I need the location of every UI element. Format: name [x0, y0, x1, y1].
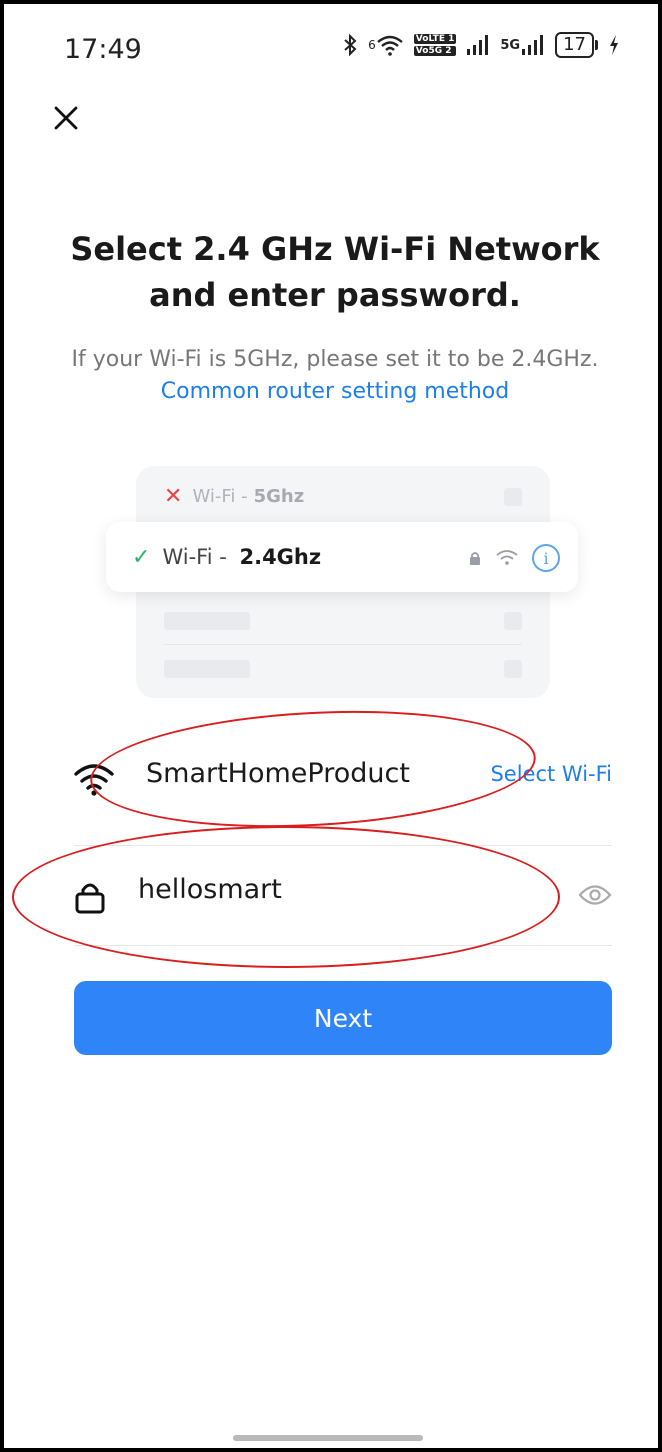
battery-level: 17 [555, 32, 594, 58]
app-screen: 17:49 6 VoLTE 1 Vo5G 2 5G 17 Select 2.4 … [0, 0, 662, 1452]
illus-placeholder-bar [164, 660, 250, 678]
wifi-status-icon: 6 [368, 34, 404, 56]
password-input[interactable] [138, 874, 518, 905]
password-field [74, 846, 612, 946]
illus-placeholder-square [504, 488, 522, 506]
eye-icon[interactable] [578, 884, 612, 906]
illus-5ghz-prefix: Wi-Fi - [192, 486, 248, 507]
cross-icon: ✕ [164, 484, 183, 509]
illus-card-icons: i [468, 544, 560, 572]
close-button[interactable] [46, 98, 86, 138]
wifi-small-icon [496, 550, 518, 565]
subtitle-text: If your Wi-Fi is 5GHz, please set it to … [71, 347, 599, 372]
page-subtitle: If your Wi-Fi is 5GHz, please set it to … [64, 344, 606, 408]
illus-24ghz-label: Wi-Fi - 2.4Ghz [162, 545, 321, 569]
bluetooth-icon [342, 33, 358, 57]
wifi-ssid: SmartHomeProduct [146, 758, 410, 789]
battery-tip [595, 40, 598, 50]
signal-sim2-icon: 5G [500, 35, 545, 55]
network-type: 5G [500, 37, 521, 53]
check-icon: ✓ [132, 544, 151, 570]
router-setting-link[interactable]: Common router setting method [161, 379, 509, 404]
status-icons: 6 VoLTE 1 Vo5G 2 5G 17 [342, 32, 620, 58]
home-indicator[interactable] [233, 1435, 423, 1441]
status-bar: 17:49 6 VoLTE 1 Vo5G 2 5G 17 [4, 4, 658, 96]
wifi-icon [74, 764, 114, 796]
illus-row-5ghz: ✕ Wi-Fi - 5Ghz [164, 484, 304, 509]
volte-sim2: Vo5G 2 [413, 46, 457, 56]
illus-placeholder-bar [164, 612, 250, 630]
wifi-badge: 6 [368, 38, 376, 52]
signal-sim1-icon [466, 35, 490, 55]
illus-card-24ghz: ✓ Wi-Fi - 2.4Ghz i [106, 522, 578, 592]
illus-divider [164, 644, 522, 645]
illus-24ghz-prefix: Wi-Fi - [162, 545, 227, 569]
illus-placeholder-square [504, 660, 522, 678]
lock-small-icon [470, 552, 480, 565]
status-time: 17:49 [64, 34, 142, 65]
illus-placeholder-square [504, 612, 522, 630]
page-title: Select 2.4 GHz Wi-Fi Network and enter p… [70, 230, 600, 314]
battery-indicator: 17 [555, 32, 598, 58]
charging-icon [608, 34, 620, 56]
select-wifi-link[interactable]: Select Wi-Fi [490, 762, 612, 786]
volte-indicator: VoLTE 1 Vo5G 2 [413, 33, 457, 57]
illus-5ghz-band: 5Ghz [253, 486, 305, 507]
volte-sim1: VoLTE 1 [413, 34, 457, 44]
lock-icon [75, 883, 105, 914]
wifi-network-field[interactable]: SmartHomeProduct Select Wi-Fi [74, 742, 612, 846]
info-icon: i [532, 544, 560, 572]
next-button[interactable]: Next [74, 981, 612, 1055]
close-icon [54, 106, 78, 130]
illus-24ghz-band: 2.4Ghz [239, 545, 322, 569]
